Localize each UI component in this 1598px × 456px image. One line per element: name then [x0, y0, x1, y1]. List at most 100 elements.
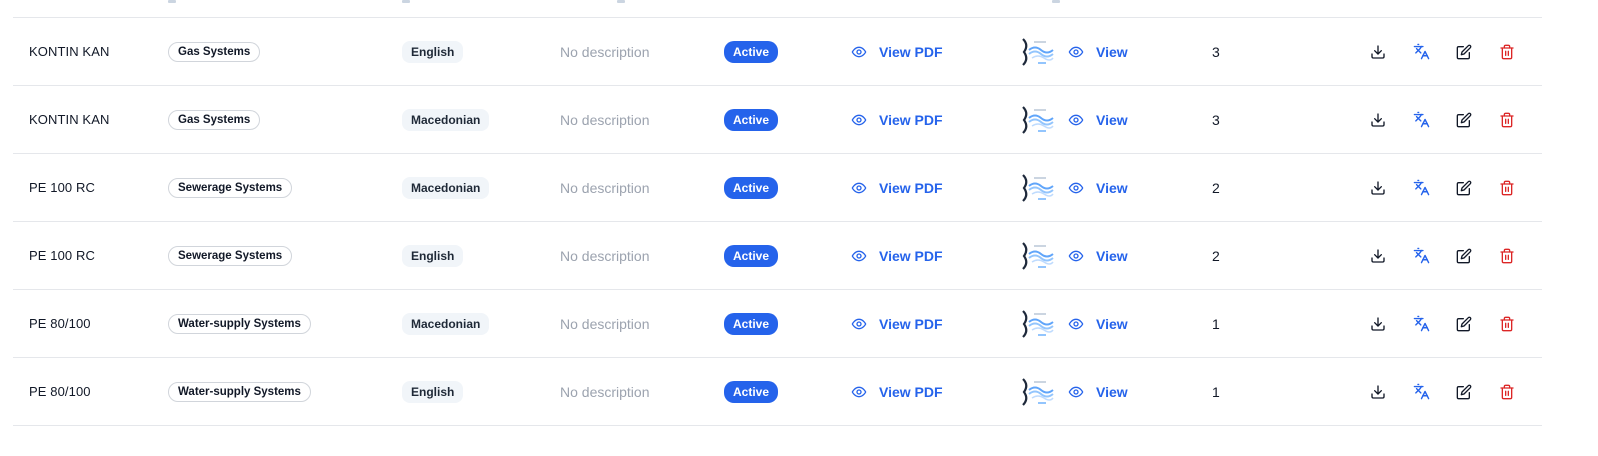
item-count: 1: [1212, 383, 1220, 400]
product-thumbnail: [1020, 239, 1054, 273]
view-pdf-link[interactable]: View PDF: [851, 384, 943, 400]
view-image-link[interactable]: View: [1068, 384, 1128, 400]
download-icon: [1371, 180, 1385, 195]
row-actions: [1366, 86, 1538, 153]
products-table: KONTIN KAN Gas Systems English No descri…: [13, 0, 1542, 426]
row-actions: [1366, 18, 1538, 85]
download-button[interactable]: [1366, 176, 1390, 200]
delete-button[interactable]: [1495, 312, 1519, 336]
description-text: No description: [560, 111, 650, 128]
item-count: 3: [1212, 111, 1220, 128]
edit-button[interactable]: [1452, 244, 1476, 268]
category-chip: Sewerage Systems: [168, 177, 293, 198]
delete-button[interactable]: [1495, 176, 1519, 200]
table-row: PE 80/100 Water-supply Systems Macedonia…: [13, 290, 1542, 358]
delete-button[interactable]: [1495, 40, 1519, 64]
view-image-label: View: [1096, 179, 1128, 196]
product-name: KONTIN KAN: [29, 112, 110, 127]
table-row: PE 100 RC Sewerage Systems English No de…: [13, 222, 1542, 290]
eye-icon: [1068, 182, 1084, 193]
edit-icon: [1456, 180, 1472, 195]
description-text: No description: [560, 179, 650, 196]
download-button[interactable]: [1366, 380, 1390, 404]
download-button[interactable]: [1366, 40, 1390, 64]
edit-button[interactable]: [1452, 380, 1476, 404]
category-chip: Gas Systems: [168, 41, 261, 62]
translate-button[interactable]: [1409, 176, 1433, 200]
view-pdf-label: View PDF: [879, 315, 943, 332]
row-actions: [1366, 290, 1538, 357]
view-image-link[interactable]: View: [1068, 248, 1128, 264]
view-image-link[interactable]: View: [1068, 180, 1128, 196]
product-thumbnail: [1020, 35, 1054, 69]
trash-icon: [1500, 316, 1514, 331]
product-name: PE 80/100: [29, 316, 91, 331]
eye-icon: [851, 182, 867, 193]
row-actions: [1366, 154, 1538, 221]
download-icon: [1371, 248, 1385, 263]
item-count: 3: [1212, 43, 1220, 60]
download-icon: [1371, 384, 1385, 399]
eye-icon: [851, 386, 867, 397]
translate-icon: [1413, 43, 1429, 60]
delete-button[interactable]: [1495, 380, 1519, 404]
item-count: 1: [1212, 315, 1220, 332]
status-badge: Active: [724, 176, 779, 199]
translate-button[interactable]: [1409, 312, 1433, 336]
eye-icon: [1068, 46, 1084, 57]
view-pdf-label: View PDF: [879, 111, 943, 128]
table-row: PE 100 RC Sewerage Systems Macedonian No…: [13, 154, 1542, 222]
download-icon: [1371, 112, 1385, 127]
view-image-link[interactable]: View: [1068, 316, 1128, 332]
delete-button[interactable]: [1495, 244, 1519, 268]
eye-icon: [851, 318, 867, 329]
translate-button[interactable]: [1409, 40, 1433, 64]
product-name: KONTIN KAN: [29, 44, 110, 59]
product-thumbnail: [1020, 171, 1054, 205]
view-image-label: View: [1096, 315, 1128, 332]
edit-icon: [1456, 316, 1472, 331]
trash-icon: [1500, 248, 1514, 263]
translate-icon: [1413, 383, 1429, 400]
status-badge: Active: [724, 108, 779, 131]
category-chip: Water-supply Systems: [168, 313, 311, 334]
view-pdf-label: View PDF: [879, 247, 943, 264]
translate-button[interactable]: [1409, 244, 1433, 268]
item-count: 2: [1212, 179, 1220, 196]
view-pdf-label: View PDF: [879, 179, 943, 196]
trash-icon: [1500, 180, 1514, 195]
translate-button[interactable]: [1409, 380, 1433, 404]
trash-icon: [1500, 384, 1514, 399]
product-name: PE 100 RC: [29, 248, 95, 263]
view-pdf-link[interactable]: View PDF: [851, 316, 943, 332]
translate-icon: [1413, 315, 1429, 332]
view-image-link[interactable]: View: [1068, 44, 1128, 60]
table-row: KONTIN KAN Gas Systems English No descri…: [13, 18, 1542, 86]
view-pdf-link[interactable]: View PDF: [851, 248, 943, 264]
download-button[interactable]: [1366, 108, 1390, 132]
view-image-label: View: [1096, 111, 1128, 128]
edit-button[interactable]: [1452, 176, 1476, 200]
status-badge: Active: [724, 40, 779, 63]
item-count: 2: [1212, 247, 1220, 264]
view-image-label: View: [1096, 383, 1128, 400]
view-pdf-link[interactable]: View PDF: [851, 44, 943, 60]
view-pdf-link[interactable]: View PDF: [851, 180, 943, 196]
eye-icon: [851, 114, 867, 125]
download-button[interactable]: [1366, 244, 1390, 268]
delete-button[interactable]: [1495, 108, 1519, 132]
translate-button[interactable]: [1409, 108, 1433, 132]
download-button[interactable]: [1366, 312, 1390, 336]
edit-button[interactable]: [1452, 312, 1476, 336]
edit-icon: [1456, 384, 1472, 399]
edit-button[interactable]: [1452, 40, 1476, 64]
edit-icon: [1456, 112, 1472, 127]
trash-icon: [1500, 44, 1514, 59]
view-pdf-link[interactable]: View PDF: [851, 112, 943, 128]
view-image-link[interactable]: View: [1068, 112, 1128, 128]
row-actions: [1366, 358, 1538, 425]
product-thumbnail: [1020, 375, 1054, 409]
edit-button[interactable]: [1452, 108, 1476, 132]
status-badge: Active: [724, 244, 779, 267]
status-badge: Active: [724, 380, 779, 403]
